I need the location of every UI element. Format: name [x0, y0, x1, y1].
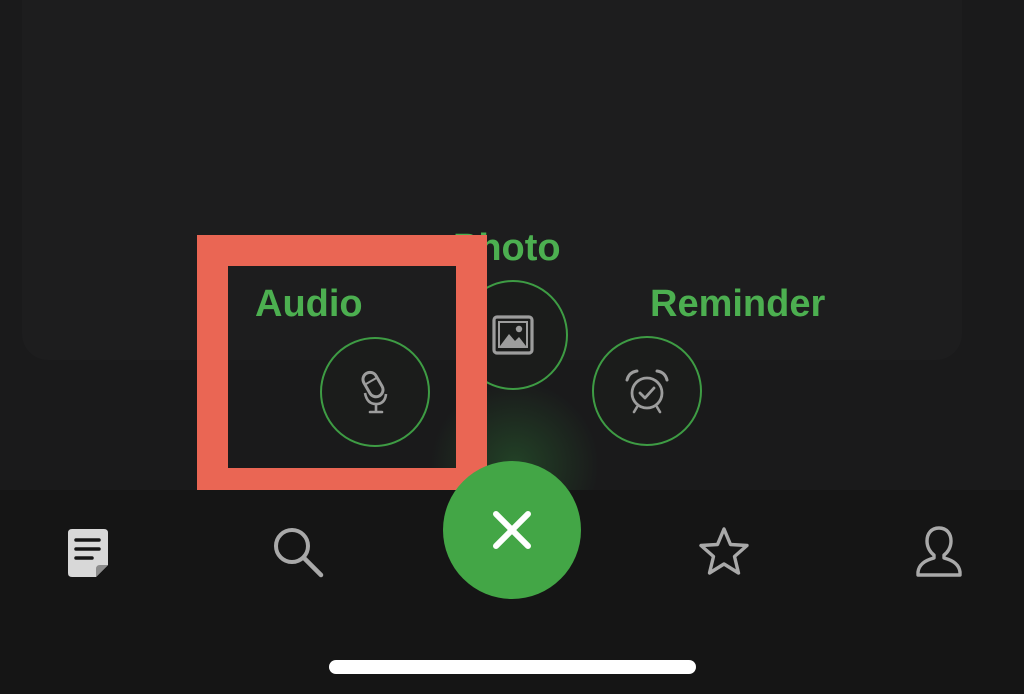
close-menu-button[interactable] — [443, 461, 581, 599]
photo-action-button[interactable] — [458, 280, 568, 390]
person-icon — [916, 526, 962, 577]
alarm-clock-icon — [625, 369, 669, 414]
note-icon — [68, 529, 108, 577]
audio-action-label: Audio — [255, 283, 363, 325]
star-icon — [699, 527, 749, 575]
tab-account[interactable] — [910, 522, 968, 580]
close-icon — [493, 511, 531, 549]
search-icon — [274, 528, 324, 578]
tab-notes[interactable] — [62, 524, 114, 580]
audio-action-button[interactable] — [320, 337, 430, 447]
reminder-action-button[interactable] — [592, 336, 702, 446]
photo-action-label: Photo — [453, 227, 561, 269]
reminder-action-label: Reminder — [650, 283, 826, 325]
tab-favorites[interactable] — [694, 524, 754, 580]
home-indicator — [329, 660, 696, 674]
microphone-icon — [361, 370, 388, 414]
tab-search[interactable] — [268, 524, 328, 580]
image-icon — [492, 315, 534, 355]
app-screen: Photo Audio Reminder — [0, 0, 1024, 694]
